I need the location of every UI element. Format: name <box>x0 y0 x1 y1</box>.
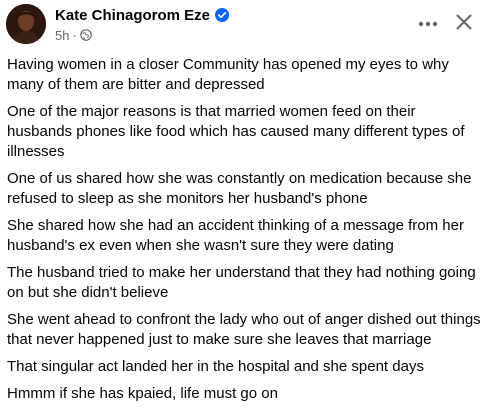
post-paragraph: She shared how she had an accident think… <box>7 217 464 254</box>
meta-separator: · <box>72 27 77 43</box>
globe-icon <box>80 29 92 41</box>
post-paragraph: Hmmm if she has kpaied, life must go on <box>7 385 278 402</box>
author-name[interactable]: Kate Chinagorom Eze <box>55 7 210 24</box>
post-paragraph: The husband tried to make her understand… <box>7 264 476 301</box>
post-paragraph: That singular act landed her in the hosp… <box>7 358 424 375</box>
verified-badge-icon <box>215 8 230 22</box>
avatar[interactable] <box>6 4 46 44</box>
post-meta: 5h · <box>55 27 92 43</box>
more-options-button[interactable] <box>414 10 442 36</box>
post-body: Having women in a closer Community has o… <box>7 55 483 411</box>
more-options-icon <box>418 14 438 32</box>
post-paragraph: One of the major reasons is that married… <box>7 103 465 160</box>
post-header: Kate Chinagorom Eze 5h · <box>0 0 489 52</box>
author-row: Kate Chinagorom Eze <box>55 5 230 25</box>
post-paragraph: One of us shared how she was constantly … <box>7 170 472 207</box>
post-paragraph: She went ahead to confront the lady who … <box>7 311 481 348</box>
post-paragraph: Having women in a closer Community has o… <box>7 56 449 93</box>
post-time[interactable]: 5h <box>55 28 69 43</box>
close-button[interactable] <box>450 10 478 38</box>
close-icon <box>455 13 473 36</box>
